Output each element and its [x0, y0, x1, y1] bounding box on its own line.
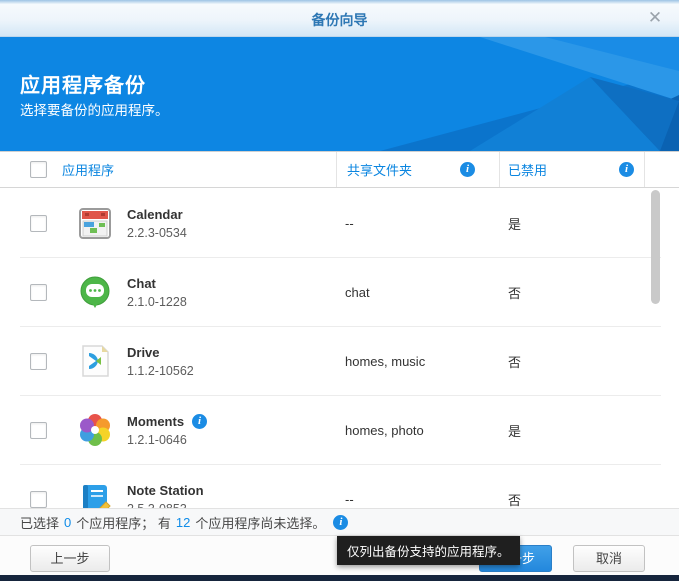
row-checkbox[interactable]: [30, 491, 47, 508]
selection-status-bar: 已选择 0 个应用程序； 有 12 个应用程序尚未选择。 i: [0, 508, 679, 536]
disabled-cell: 否: [508, 490, 661, 509]
disabled-cell: 否: [508, 283, 661, 302]
moments-app-icon: [77, 412, 113, 448]
app-name: Chat: [127, 276, 187, 291]
status-info-icon[interactable]: i: [333, 515, 348, 530]
app-name: Calendar: [127, 207, 187, 222]
cancel-button[interactable]: 取消: [573, 545, 645, 572]
column-header-application-label: 应用程序: [62, 160, 114, 179]
window-title: 备份向导: [0, 10, 679, 30]
close-icon[interactable]: ✕: [645, 8, 665, 28]
disabled-cell: 是: [508, 421, 661, 440]
previous-button[interactable]: 上一步: [30, 545, 110, 572]
app-version: 2.2.3-0534: [127, 226, 187, 240]
selected-count: 0: [64, 515, 71, 530]
app-name: Moments: [127, 414, 184, 429]
status-text-suffix: 个应用程序尚未选择。: [195, 513, 325, 532]
disabled-info-icon[interactable]: i: [619, 162, 634, 177]
table-row-drive[interactable]: Drive 1.1.2-10562 homes, music 否: [20, 327, 661, 396]
app-version: 1.1.2-10562: [127, 364, 194, 378]
app-name: Note Station: [127, 483, 204, 498]
column-header-disabled[interactable]: 已禁用 i: [500, 152, 645, 187]
status-text-middle: 个应用程序； 有: [76, 513, 171, 532]
shared-folder-cell: homes, photo: [345, 423, 508, 438]
table-row-note-station[interactable]: Note Station 2.5.3-0853 -- 否: [20, 465, 661, 508]
shared-folder-cell: --: [345, 216, 508, 231]
scrollbar-thumb[interactable]: [651, 190, 660, 304]
row-checkbox[interactable]: [30, 422, 47, 439]
application-list: Calendar 2.2.3-0534 -- 是: [0, 189, 679, 508]
disabled-cell: 否: [508, 352, 661, 371]
table-row-chat[interactable]: Chat 2.1.0-1228 chat 否: [20, 258, 661, 327]
column-header-shared-folder[interactable]: 共享文件夹 i: [337, 152, 500, 187]
row-checkbox[interactable]: [30, 215, 47, 232]
select-all-checkbox[interactable]: [30, 161, 47, 178]
drive-app-icon: [77, 343, 113, 379]
shared-folder-info-icon[interactable]: i: [460, 162, 475, 177]
column-header-shared-folder-label: 共享文件夹: [347, 160, 412, 179]
app-version: 1.2.1-0646: [127, 433, 207, 447]
shared-folder-cell: chat: [345, 285, 508, 300]
app-version: 2.1.0-1228: [127, 295, 187, 309]
column-header-application[interactable]: 应用程序: [62, 152, 337, 187]
backup-wizard-dialog: 备份向导 ✕ 应用程序备份 选择要备份的应用程序。 应用程序 共享文件夹 i: [0, 0, 679, 581]
page-subtitle: 选择要备份的应用程序。: [20, 99, 169, 119]
note-station-app-icon: [77, 481, 113, 508]
status-text-prefix: 已选择: [20, 513, 59, 532]
dialog-bottom-strip: [0, 575, 679, 581]
table-row-calendar[interactable]: Calendar 2.2.3-0534 -- 是: [20, 189, 661, 258]
table-header: 应用程序 共享文件夹 i 已禁用 i: [0, 151, 679, 188]
row-checkbox[interactable]: [30, 353, 47, 370]
row-checkbox[interactable]: [30, 284, 47, 301]
page-title: 应用程序备份: [20, 69, 146, 98]
shared-folder-cell: --: [345, 492, 508, 507]
unselected-count: 12: [176, 515, 190, 530]
shared-folder-cell: homes, music: [345, 354, 508, 369]
disabled-cell: 是: [508, 214, 661, 233]
moments-info-icon[interactable]: i: [192, 414, 207, 429]
column-header-disabled-label: 已禁用: [508, 160, 547, 179]
tooltip: 仅列出备份支持的应用程序。: [337, 536, 520, 565]
title-bar: 备份向导 ✕: [0, 0, 679, 37]
table-row-moments[interactable]: Moments i 1.2.1-0646 homes, photo 是: [20, 396, 661, 465]
chat-app-icon: [77, 274, 113, 310]
calendar-app-icon: [77, 205, 113, 241]
app-name: Drive: [127, 345, 194, 360]
wizard-header: 应用程序备份 选择要备份的应用程序。: [0, 37, 679, 151]
